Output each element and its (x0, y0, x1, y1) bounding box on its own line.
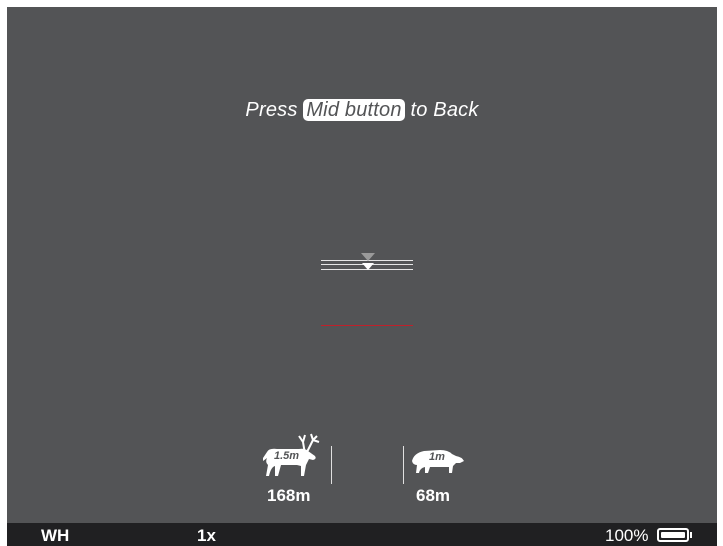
deer-distance: 168m (267, 486, 311, 505)
boar-icon: 1m (410, 447, 466, 477)
marker-top-triangle-icon (361, 253, 375, 261)
battery-tip (690, 532, 692, 538)
target-baseline (321, 325, 413, 326)
marker-bottom-triangle-icon (362, 263, 374, 270)
battery-icon (657, 528, 689, 542)
color-mode: WH (41, 526, 70, 545)
boar-divider (403, 446, 404, 484)
deer-size-label: 1.5m (274, 450, 300, 462)
message-suffix: to Back (410, 99, 479, 121)
status-bar: WH 1x 100% (7, 523, 717, 546)
deer-divider (331, 446, 332, 484)
boar-size-label: 1m (429, 451, 445, 463)
viewfinder-screen: Press Mid button to Back 1.5m 168m 1m 68… (7, 7, 717, 523)
zoom-level: 1x (197, 526, 216, 545)
mid-button-highlight: Mid button (303, 99, 405, 121)
boar-distance: 68m (416, 486, 451, 505)
instruction-message: Press Mid button to Back (7, 99, 717, 122)
battery-percent: 100% (605, 526, 649, 545)
deer-icon: 1.5m (259, 432, 325, 478)
message-prefix: Press (245, 99, 298, 121)
